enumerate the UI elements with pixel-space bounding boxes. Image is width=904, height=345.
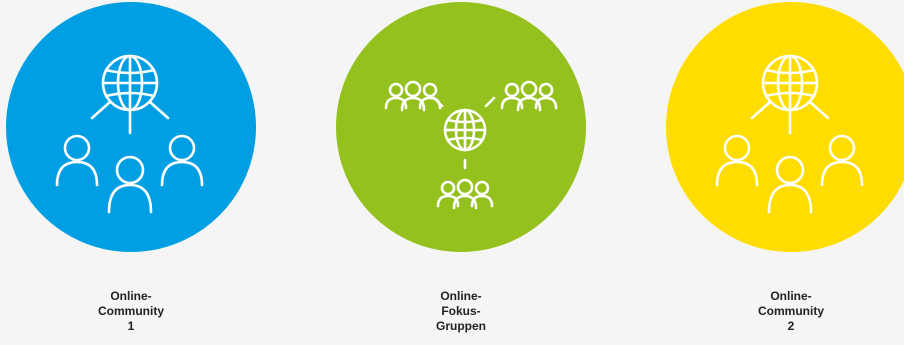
label-line: Online- <box>440 289 482 303</box>
community-1-label: Online- Community 1 <box>1 289 261 334</box>
fokus-gruppen-label: Online- Fokus- Gruppen <box>331 289 591 334</box>
label-line: Gruppen <box>436 319 486 333</box>
community-2-label: Online- Community 2 <box>661 289 904 334</box>
label-line: Fokus- <box>441 304 481 318</box>
label-line: Community <box>98 304 164 318</box>
label-line: 1 <box>127 319 135 333</box>
label-line: Community <box>758 304 824 318</box>
label-line: Online- <box>110 289 152 303</box>
label-line: 2 <box>787 319 795 333</box>
diagram-root: { "items": [ { "label_lines": ["Online-"… <box>0 0 904 345</box>
globe-connected-groups-icon <box>384 80 558 210</box>
globe-with-people-icon <box>715 54 864 214</box>
globe-with-people-icon <box>55 54 204 214</box>
label-line: Online- <box>770 289 812 303</box>
community-2-circle <box>666 2 904 252</box>
community-1-circle <box>6 2 256 252</box>
fokus-gruppen-circle <box>336 2 586 252</box>
